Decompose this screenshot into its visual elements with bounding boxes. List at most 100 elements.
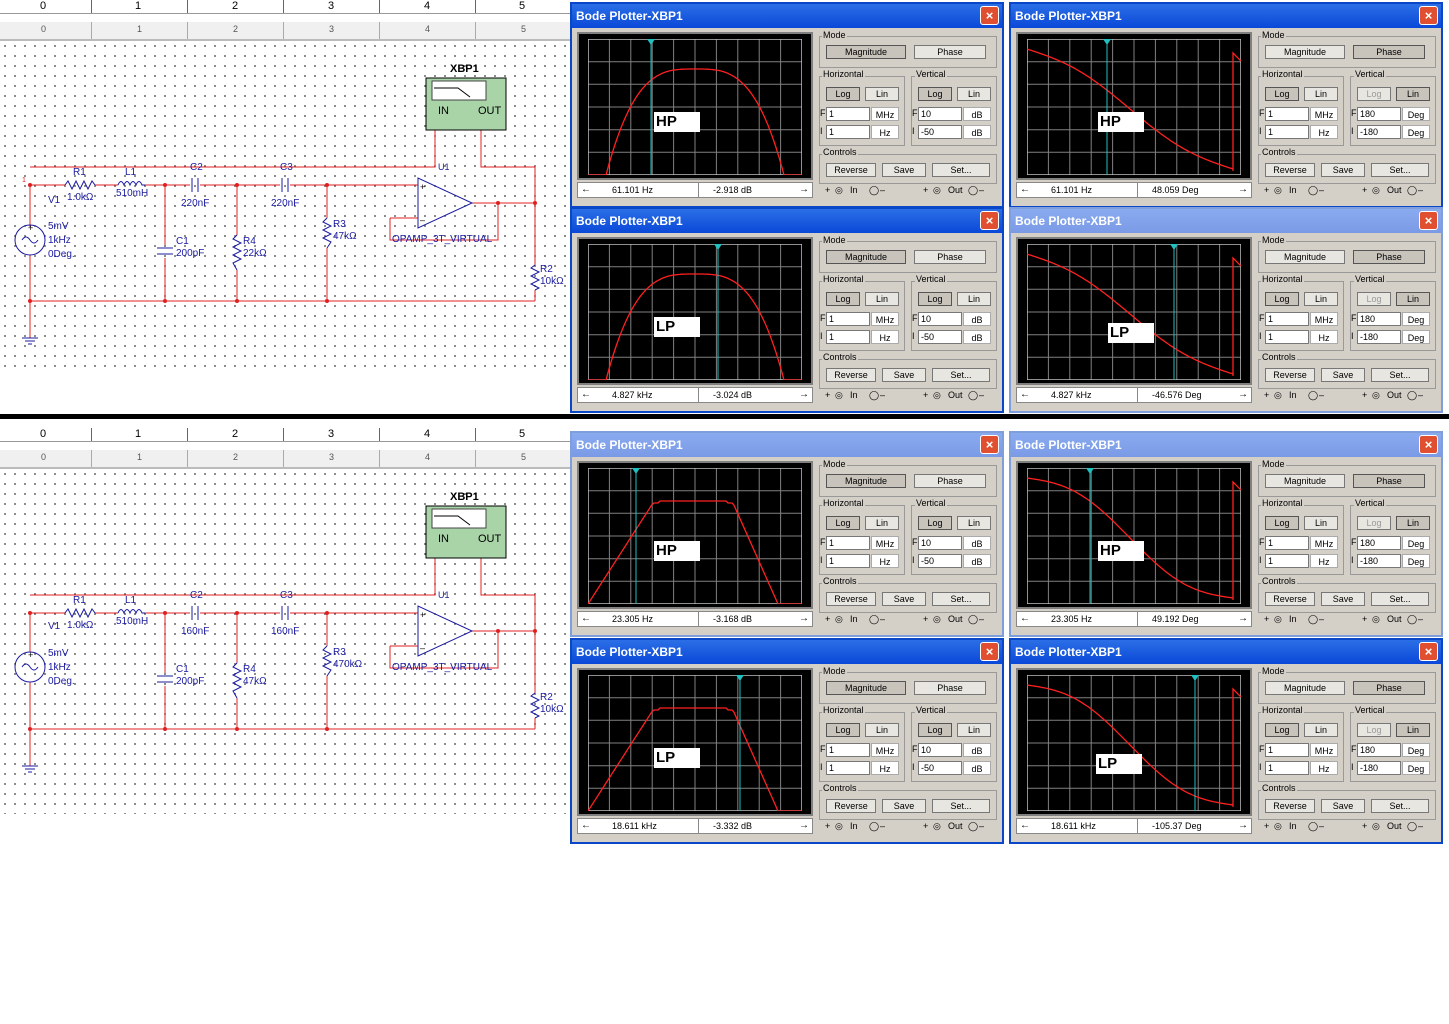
- save-button[interactable]: Save: [1321, 799, 1365, 813]
- radio-icon[interactable]: ◎: [1372, 390, 1380, 401]
- radio-icon[interactable]: ◎: [933, 614, 941, 625]
- v-final-unit[interactable]: dB: [963, 312, 991, 326]
- magnitude-button[interactable]: Magnitude: [826, 681, 906, 695]
- out-minus-terminal[interactable]: –: [979, 614, 984, 624]
- radio-icon[interactable]: ◎: [933, 390, 941, 401]
- radio-icon[interactable]: ◎: [1372, 614, 1380, 625]
- h-final-unit[interactable]: MHz: [871, 107, 899, 121]
- set-button[interactable]: Set...: [932, 799, 990, 813]
- close-icon[interactable]: ×: [980, 642, 999, 661]
- out-minus-terminal[interactable]: –: [1418, 821, 1423, 831]
- v-final-unit[interactable]: Deg: [1402, 743, 1430, 757]
- h-log-button[interactable]: Log: [1265, 723, 1299, 737]
- h-final-input[interactable]: 1: [1265, 107, 1309, 121]
- radio-icon[interactable]: ◯: [1407, 821, 1417, 832]
- out-plus-terminal[interactable]: +: [923, 185, 928, 195]
- reverse-button[interactable]: Reverse: [826, 799, 876, 813]
- radio-icon[interactable]: ◎: [1274, 614, 1282, 625]
- in-plus-terminal[interactable]: +: [1264, 390, 1269, 400]
- bode-display[interactable]: LP: [1016, 237, 1252, 385]
- radio-icon[interactable]: ◎: [1372, 821, 1380, 832]
- h-initial-input[interactable]: 1: [826, 554, 870, 568]
- magnitude-button[interactable]: Magnitude: [826, 474, 906, 488]
- h-initial-input[interactable]: 1: [826, 330, 870, 344]
- v-initial-input[interactable]: -180: [1357, 330, 1401, 344]
- radio-icon[interactable]: ◯: [968, 390, 978, 401]
- bode-display[interactable]: HP: [577, 461, 813, 609]
- h-initial-unit[interactable]: Hz: [871, 125, 899, 139]
- magnitude-button[interactable]: Magnitude: [1265, 474, 1345, 488]
- out-minus-terminal[interactable]: –: [979, 821, 984, 831]
- bode-plotter-window[interactable]: Bode Plotter-XBP1 × LP ← 4.827 kHz -3.02…: [570, 207, 1004, 413]
- h-lin-button[interactable]: Lin: [865, 516, 899, 530]
- save-button[interactable]: Save: [1321, 368, 1365, 382]
- v-log-button[interactable]: Log: [918, 516, 952, 530]
- in-minus-terminal[interactable]: –: [880, 185, 885, 195]
- radio-icon[interactable]: ◯: [1308, 614, 1318, 625]
- bode-plotter-window[interactable]: Bode Plotter-XBP1 × HP ← 23.305 Hz -3.16…: [570, 431, 1004, 637]
- v-log-button[interactable]: Log: [918, 723, 952, 737]
- radio-icon[interactable]: ◎: [835, 185, 843, 196]
- v-final-unit[interactable]: Deg: [1402, 312, 1430, 326]
- h-initial-unit[interactable]: Hz: [871, 330, 899, 344]
- out-minus-terminal[interactable]: –: [1418, 185, 1423, 195]
- h-log-button[interactable]: Log: [826, 516, 860, 530]
- save-button[interactable]: Save: [882, 799, 926, 813]
- set-button[interactable]: Set...: [1371, 799, 1429, 813]
- out-minus-terminal[interactable]: –: [1418, 390, 1423, 400]
- set-button[interactable]: Set...: [1371, 368, 1429, 382]
- close-icon[interactable]: ×: [1419, 642, 1438, 661]
- v-final-input[interactable]: 180: [1357, 536, 1401, 550]
- close-icon[interactable]: ×: [980, 211, 999, 230]
- out-minus-terminal[interactable]: –: [979, 390, 984, 400]
- phase-button[interactable]: Phase: [1353, 474, 1425, 488]
- bode-plotter-window[interactable]: Bode Plotter-XBP1 × HP ← 61.101 Hz 48.05…: [1009, 2, 1443, 208]
- v-final-input[interactable]: 10: [918, 312, 962, 326]
- magnitude-button[interactable]: Magnitude: [1265, 681, 1345, 695]
- radio-icon[interactable]: ◯: [869, 390, 879, 401]
- v-initial-unit[interactable]: dB: [963, 125, 991, 139]
- radio-icon[interactable]: ◎: [835, 390, 843, 401]
- out-minus-terminal[interactable]: –: [1418, 614, 1423, 624]
- bode-display[interactable]: HP: [1016, 461, 1252, 609]
- magnitude-button[interactable]: Magnitude: [1265, 250, 1345, 264]
- radio-icon[interactable]: ◎: [933, 185, 941, 196]
- v-lin-button[interactable]: Lin: [957, 292, 991, 306]
- in-plus-terminal[interactable]: +: [825, 821, 830, 831]
- window-title[interactable]: Bode Plotter-XBP1: [572, 640, 1002, 664]
- h-final-unit[interactable]: MHz: [1310, 743, 1338, 757]
- v-lin-button[interactable]: Lin: [1396, 516, 1430, 530]
- bode-plotter-window[interactable]: Bode Plotter-XBP1 × LP ← 4.827 kHz -46.5…: [1009, 207, 1443, 413]
- reverse-button[interactable]: Reverse: [826, 163, 876, 177]
- in-minus-terminal[interactable]: –: [1319, 390, 1324, 400]
- save-button[interactable]: Save: [1321, 592, 1365, 606]
- reverse-button[interactable]: Reverse: [1265, 368, 1315, 382]
- h-final-input[interactable]: 1: [826, 743, 870, 757]
- window-title[interactable]: Bode Plotter-XBP1: [1011, 209, 1441, 233]
- phase-button[interactable]: Phase: [914, 474, 986, 488]
- phase-button[interactable]: Phase: [1353, 681, 1425, 695]
- radio-icon[interactable]: ◯: [1308, 390, 1318, 401]
- reverse-button[interactable]: Reverse: [1265, 592, 1315, 606]
- v-lin-button[interactable]: Lin: [957, 516, 991, 530]
- h-lin-button[interactable]: Lin: [865, 87, 899, 101]
- h-log-button[interactable]: Log: [1265, 292, 1299, 306]
- set-button[interactable]: Set...: [932, 592, 990, 606]
- v-final-unit[interactable]: Deg: [1402, 107, 1430, 121]
- radio-icon[interactable]: ◎: [835, 614, 843, 625]
- out-plus-terminal[interactable]: +: [1362, 390, 1367, 400]
- v-initial-unit[interactable]: Deg: [1402, 554, 1430, 568]
- h-final-unit[interactable]: MHz: [871, 743, 899, 757]
- h-lin-button[interactable]: Lin: [1304, 87, 1338, 101]
- radio-icon[interactable]: ◯: [1308, 185, 1318, 196]
- v-initial-input[interactable]: -50: [918, 554, 962, 568]
- magnitude-button[interactable]: Magnitude: [826, 250, 906, 264]
- close-icon[interactable]: ×: [1419, 6, 1438, 25]
- h-final-input[interactable]: 1: [826, 107, 870, 121]
- radio-icon[interactable]: ◎: [1372, 185, 1380, 196]
- h-lin-button[interactable]: Lin: [865, 292, 899, 306]
- h-initial-unit[interactable]: Hz: [871, 761, 899, 775]
- in-plus-terminal[interactable]: +: [825, 185, 830, 195]
- h-initial-input[interactable]: 1: [826, 761, 870, 775]
- phase-button[interactable]: Phase: [914, 681, 986, 695]
